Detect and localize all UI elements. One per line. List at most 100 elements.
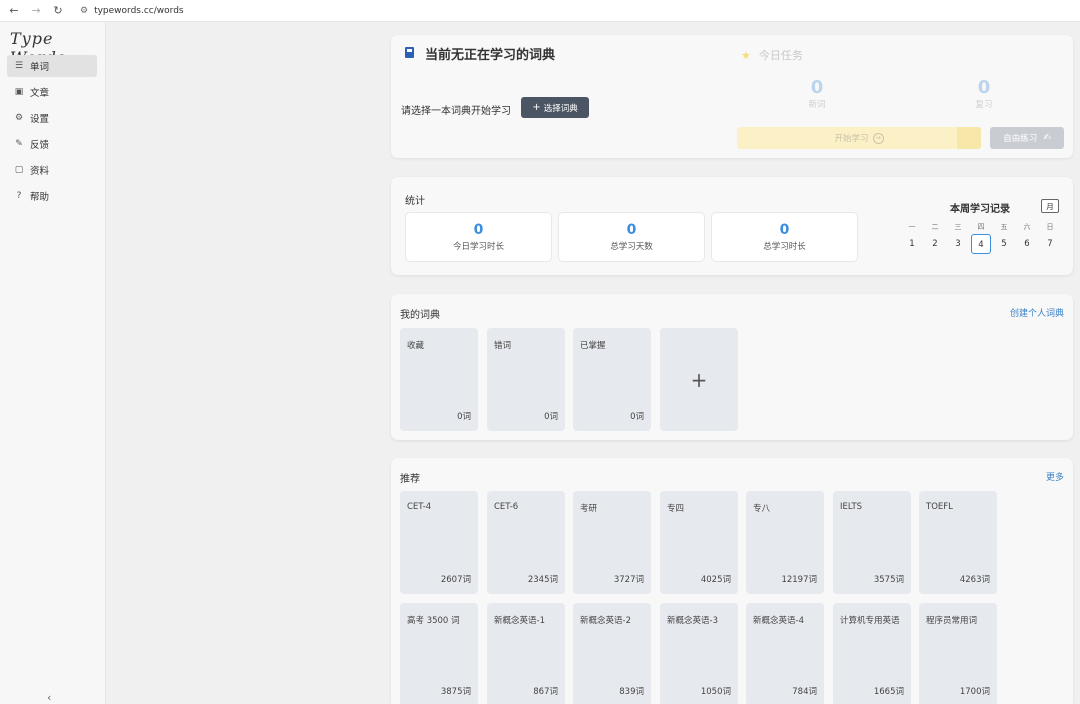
week-day[interactable]: 6 [1017,234,1037,254]
dict-name: CET-6 [494,502,519,512]
sidebar-item-label: 文章 [30,88,50,99]
dict-count: 784词 [792,687,817,697]
more-link[interactable]: 更多 [1046,470,1064,483]
dict-card[interactable]: 新概念英语-1 867词 [487,603,565,704]
arrow-right-icon: → [872,132,884,144]
dict-name: TOEFL [926,502,953,512]
plus-icon: + [690,367,708,392]
create-dict-link[interactable]: 创建个人词典 [1010,306,1064,319]
week-day[interactable]: 3 [948,234,968,254]
sidebar-item-articles[interactable]: ▣ 文章 [7,81,97,103]
current-dict-title: 当前无正在学习的词典 [425,48,556,63]
dict-card[interactable]: 专八 12197词 [746,491,824,594]
dict-card-wrong-words[interactable]: 错词 0词 [487,328,565,431]
dict-count: 3727词 [613,575,644,585]
dict-name: 高考 3500 词 [407,616,460,626]
dict-count: 867词 [533,687,558,697]
address-bar[interactable]: ⚙ typewords.cc/words [74,3,190,19]
review-words-count: 0 复习 [902,78,1066,114]
dict-card[interactable]: TOEFL 4263词 [919,491,997,594]
dict-name: 新概念英语-4 [753,616,804,626]
week-day[interactable]: 1 [902,234,922,254]
dict-card[interactable]: CET-6 2345词 [487,491,565,594]
sidebar-item-label: 反馈 [30,140,50,151]
dict-count: 0词 [457,412,471,422]
free-practice-button[interactable]: 自由练习 ✍ [990,127,1064,149]
dict-card[interactable]: CET-4 2607词 [400,491,478,594]
sidebar-item-label: 帮助 [30,192,50,203]
weekday-label: 六 [1023,223,1031,231]
sidebar: Type Words ☰ 单词 ▣ 文章 ⚙ 设置 ✎ 反馈 ▢ 资料 ? 帮助… [0,22,106,704]
week-day-today[interactable]: 4 [971,234,991,254]
sidebar-item-words[interactable]: ☰ 单词 [7,55,97,77]
select-dict-label: 选择词典 [543,103,578,114]
select-dict-button[interactable]: + 选择词典 [521,97,589,118]
stat-label: 今日学习时长 [452,242,504,252]
dict-card-mastered[interactable]: 已掌握 0词 [573,328,651,431]
recommend-card: 推荐 更多 CET-4 2607词 CET-6 2345词 考研 3727词 专… [391,458,1073,704]
star-icon: ★ [741,48,751,62]
stat-total-days: 0 总学习天数 [558,212,705,262]
week-day[interactable]: 2 [925,234,945,254]
stat-total-time: 0 总学习时长 [711,212,858,262]
dict-card[interactable]: 新概念英语-2 839词 [573,603,651,704]
dict-card-favorites[interactable]: 收藏 0词 [400,328,478,431]
dict-name: IELTS [840,502,863,512]
add-dict-button[interactable]: + [660,328,738,431]
free-practice-label: 自由练习 [1003,134,1038,144]
dict-count: 839词 [619,687,644,697]
start-learning-button[interactable]: 开始学习 → [737,127,981,149]
url-text: typewords.cc/words [94,5,184,16]
new-count-label: 新词 [808,100,826,110]
help-icon: ? [16,191,22,201]
stats-title: 统计 [405,196,425,207]
file-icon: ▢ [14,165,24,175]
dict-count: 4025词 [700,575,731,585]
back-arrow-icon[interactable]: ← [6,3,22,19]
weekday-label: 日 [1046,223,1054,231]
dict-name: 新概念英语-1 [494,616,545,626]
new-words-count: 0 新词 [735,78,899,114]
stat-label: 总学习时长 [763,242,806,252]
week-day[interactable]: 5 [994,234,1014,254]
dict-name: 程序员常用词 [926,616,978,626]
browser-toolbar: ← → ↻ ⚙ typewords.cc/words [0,0,1080,22]
dict-card[interactable]: 高考 3500 词 3875词 [400,603,478,704]
my-dicts-card: 我的词典 创建个人词典 收藏 0词 错词 0词 已掌握 0词 + [391,294,1073,440]
dict-name: 错词 [494,341,512,351]
dict-name: 专四 [667,504,685,514]
weekday-label: 四 [977,223,985,231]
dict-name: 考研 [580,504,598,514]
select-prompt: 请选择一本词典开始学习 [401,106,511,117]
dict-card[interactable]: 专四 4025词 [660,491,738,594]
dict-name: 已掌握 [580,341,606,351]
dict-count: 1050词 [700,687,731,697]
sidebar-item-feedback[interactable]: ✎ 反馈 [7,133,97,155]
dict-count: 1665词 [873,687,904,697]
dict-card[interactable]: 新概念英语-4 784词 [746,603,824,704]
dict-count: 3575词 [873,575,904,585]
site-info-icon[interactable]: ⚙ [80,6,88,16]
stat-value: 0 [779,222,790,238]
sidebar-item-settings[interactable]: ⚙ 设置 [7,107,97,129]
dict-card[interactable]: IELTS 3575词 [833,491,911,594]
sidebar-item-help[interactable]: ? 帮助 [7,185,97,207]
my-dicts-title: 我的词典 [400,310,440,321]
dict-count: 1700词 [959,687,990,697]
article-icon: ▣ [14,87,24,97]
dict-card[interactable]: 程序员常用词 1700词 [919,603,997,704]
forward-arrow-icon[interactable]: → [28,3,44,19]
collapse-sidebar-icon[interactable]: ‹ [47,691,51,704]
reload-icon[interactable]: ↻ [50,3,66,19]
today-task-header: ★ 今日任务 [741,47,803,63]
review-count-label: 复习 [975,100,993,110]
stat-value: 0 [473,222,484,238]
weekday-label: 五 [1000,223,1008,231]
month-view-button[interactable]: 月 [1041,199,1059,213]
sidebar-item-resources[interactable]: ▢ 资料 [7,159,97,181]
dict-card[interactable]: 考研 3727词 [573,491,651,594]
week-day[interactable]: 7 [1040,234,1060,254]
gear-icon: ⚙ [14,113,24,123]
dict-card[interactable]: 新概念英语-3 1050词 [660,603,738,704]
dict-card[interactable]: 计算机专用英语 1665词 [833,603,911,704]
